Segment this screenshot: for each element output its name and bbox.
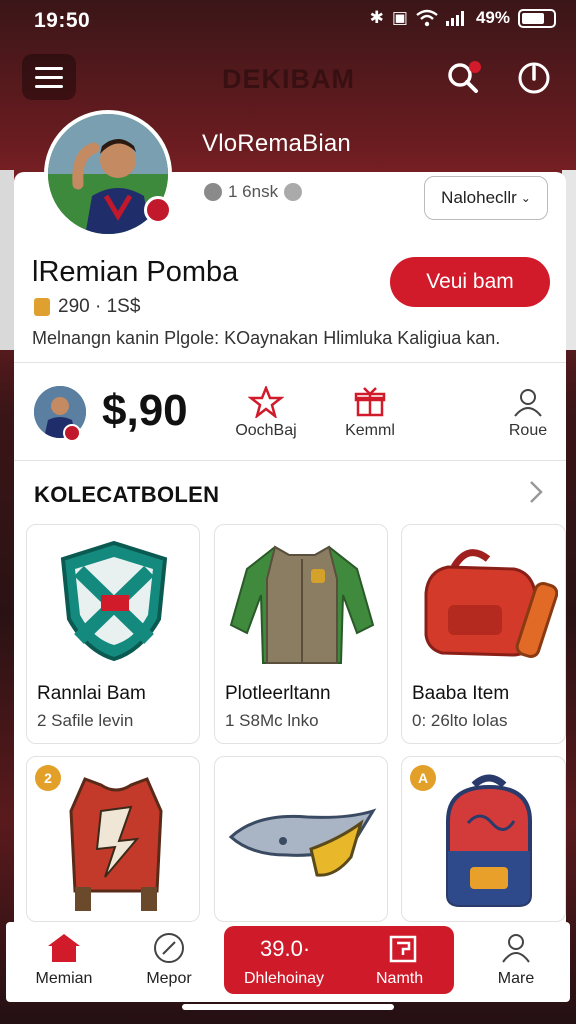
power-button[interactable] xyxy=(514,58,554,98)
nav-label: Mare xyxy=(497,970,535,987)
profile-stat-text: 1 6nsk xyxy=(228,182,279,201)
backpack-icon xyxy=(446,774,532,907)
action-star[interactable]: OochBaj xyxy=(218,386,314,440)
wifi-icon xyxy=(416,9,438,27)
status-time: 19:50 xyxy=(34,9,91,32)
section-more-button[interactable] xyxy=(526,478,546,506)
search-icon xyxy=(448,61,481,93)
background-panel-left xyxy=(0,170,14,350)
vest-icon xyxy=(69,777,163,911)
chevron-down-icon: ⌄ xyxy=(520,191,531,205)
avatar-small-badge xyxy=(63,424,81,442)
nav-label: Memian xyxy=(35,970,93,987)
item-card[interactable]: Rannlai Bam 2 Safile levin xyxy=(26,524,200,744)
action-label: Kemml xyxy=(345,422,395,439)
hamburger-icon-line xyxy=(35,66,63,70)
clock-icon xyxy=(204,183,222,201)
nav-center-label-left: Dhlehoinay xyxy=(244,970,325,987)
hamburger-icon-line xyxy=(35,84,63,88)
item-name: Plotleerltann xyxy=(225,683,331,704)
profile-sub-text: 290 · 1S$ xyxy=(58,296,141,317)
power-icon xyxy=(518,62,550,94)
item-card[interactable]: 2 xyxy=(26,756,200,922)
item-card[interactable] xyxy=(214,756,388,922)
balance-amount: $,90 xyxy=(102,386,188,435)
header-title: DEKIBAM xyxy=(222,64,355,94)
bluetooth-icon: ✱ xyxy=(369,8,384,27)
item-meta: 1 S8Mc lnko xyxy=(225,711,319,730)
item-card[interactable]: A xyxy=(401,756,566,922)
search-button[interactable] xyxy=(444,58,484,98)
nfc-icon: ▣ xyxy=(391,8,408,27)
lock-icon xyxy=(34,298,50,316)
profile-select[interactable]: Nalohecllr ⌄ xyxy=(424,176,548,220)
primary-button[interactable]: Veui bam xyxy=(390,257,550,307)
profile-stat: 1 6nsk xyxy=(204,182,303,202)
nav-center-label-right: Namth xyxy=(376,970,424,987)
signal-icon xyxy=(445,11,464,26)
coin-icon xyxy=(284,183,303,201)
nav-item-home[interactable]: Memian xyxy=(16,932,112,988)
hat-icon xyxy=(228,808,377,877)
action-gift[interactable]: Kemml xyxy=(322,386,418,440)
nav-item-more[interactable]: Mare xyxy=(468,932,564,988)
item-card[interactable]: Plotleerltann 1 S8Mc lnko xyxy=(214,524,388,744)
gift-icon xyxy=(354,387,386,417)
board-icon xyxy=(389,935,417,963)
item-badge: A xyxy=(410,765,436,791)
status-bar: 19:50 ✱ ▣ 49% xyxy=(0,0,576,40)
nav-center-button[interactable]: 39.0· Dhlehoinay Namth xyxy=(224,926,454,994)
item-meta: 2 Safile levin xyxy=(37,711,134,730)
avatar-badge xyxy=(144,196,172,224)
shield-icon xyxy=(60,540,168,662)
username: VloRemaBian xyxy=(202,130,351,157)
item-badge: 2 xyxy=(35,765,61,791)
nav-label: Mepor xyxy=(146,970,192,987)
chevron-right-icon xyxy=(530,481,543,503)
profile-sub-stats: 290 · 1S$ xyxy=(34,296,140,318)
section-title: KOLECATBOLEN xyxy=(34,482,220,507)
compass-icon xyxy=(154,933,184,963)
action-profile[interactable]: Roue xyxy=(480,386,576,440)
action-label: OochBaj xyxy=(235,422,297,439)
bag-icon xyxy=(424,549,558,659)
profile-name: lRemian Pomba xyxy=(32,256,239,288)
star-icon xyxy=(248,386,284,418)
home-icon xyxy=(48,934,80,962)
nav-item-explore[interactable]: Mepor xyxy=(121,932,217,988)
profile-select-label: Nalohecllr xyxy=(441,188,517,207)
item-name: Rannlai Bam xyxy=(37,683,146,704)
battery-percent: 49% xyxy=(475,8,510,27)
item-meta: 0: 26lto lolas xyxy=(412,711,508,730)
nav-center-amount: 39.0· xyxy=(260,936,311,961)
item-name: Baaba Item xyxy=(412,683,510,704)
jacket-icon xyxy=(229,545,375,664)
profile-description: Melnangn kanin Plgole: KOaynakan Hlimluk… xyxy=(32,328,501,348)
battery-icon xyxy=(518,8,556,28)
action-label: Roue xyxy=(508,422,548,439)
profile-icon xyxy=(514,389,542,417)
menu-button[interactable] xyxy=(22,54,76,100)
user-icon xyxy=(502,934,530,963)
hamburger-icon-line xyxy=(35,75,63,79)
home-indicator[interactable] xyxy=(182,1004,394,1010)
status-icons: ✱ ▣ 49% xyxy=(370,8,556,28)
item-card[interactable]: Baaba Item 0: 26lto lolas xyxy=(401,524,566,744)
